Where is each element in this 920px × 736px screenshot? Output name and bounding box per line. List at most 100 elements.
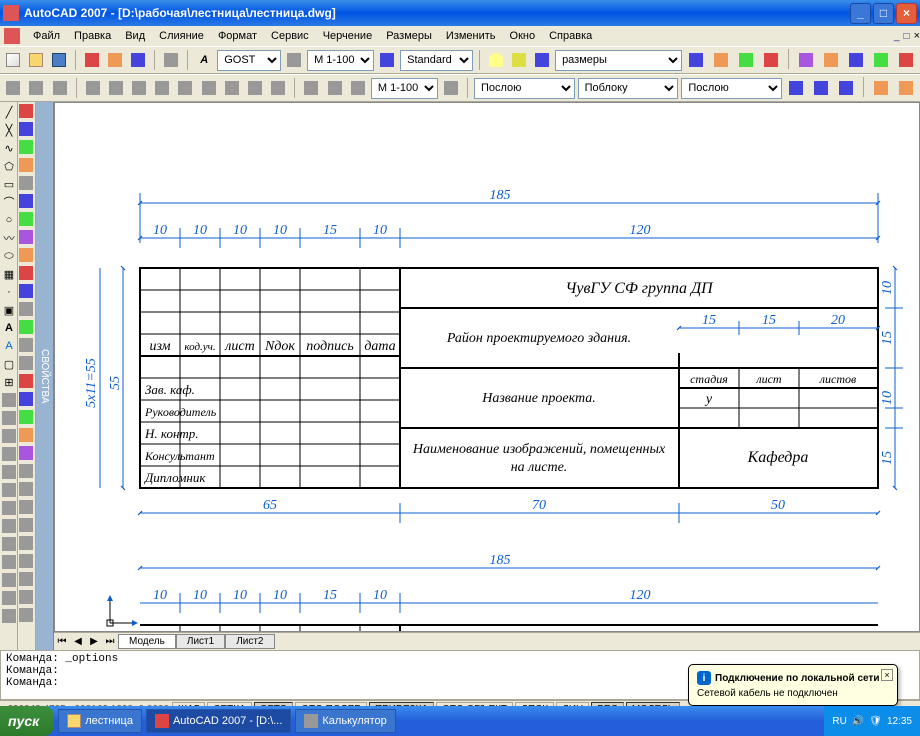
- tb-r7[interactable]: [845, 49, 867, 71]
- linetype-select[interactable]: Поблоку: [578, 78, 679, 99]
- ellipse-tool[interactable]: ⬭: [1, 248, 17, 264]
- erase-tool[interactable]: [19, 104, 35, 120]
- explode-tool[interactable]: [19, 374, 35, 390]
- join-tool[interactable]: [19, 320, 35, 336]
- text-tool-a[interactable]: A: [1, 320, 17, 336]
- tb-r2[interactable]: [710, 49, 732, 71]
- tab-last[interactable]: ⏭: [102, 634, 118, 650]
- layer-off-icon[interactable]: [486, 49, 506, 71]
- extend-tool[interactable]: [19, 284, 35, 300]
- tb2-r1[interactable]: [785, 77, 807, 99]
- rect-tool[interactable]: ▭: [1, 176, 17, 192]
- tb2-9[interactable]: [268, 77, 288, 99]
- mt6[interactable]: [19, 482, 35, 498]
- tray-icon-1[interactable]: 🔊: [852, 716, 864, 727]
- text-style-select[interactable]: GOST: [217, 50, 281, 71]
- hatch-tool[interactable]: ▦: [1, 266, 17, 282]
- dt11[interactable]: [1, 572, 17, 588]
- task-item-3[interactable]: Калькулятор: [295, 709, 395, 733]
- cut-button[interactable]: [82, 49, 102, 71]
- task-item-1[interactable]: лестница: [58, 709, 142, 733]
- tray-icon-2[interactable]: 🛡: [869, 716, 882, 727]
- maximize-button[interactable]: □: [873, 3, 894, 24]
- clock[interactable]: 12:35: [887, 716, 912, 727]
- point-tool[interactable]: ·: [1, 284, 17, 300]
- pline-tool[interactable]: ∿: [1, 140, 17, 156]
- tb-r1[interactable]: [685, 49, 707, 71]
- mirror-tool[interactable]: [19, 140, 35, 156]
- mt13[interactable]: [19, 608, 35, 624]
- move-tool[interactable]: [19, 194, 35, 210]
- mdi-restore-icon[interactable]: □: [904, 31, 910, 42]
- offset-tool[interactable]: [19, 158, 35, 174]
- menu-merge[interactable]: Слияние: [152, 28, 211, 44]
- scale-select[interactable]: M 1-100: [307, 50, 374, 71]
- mt4[interactable]: [19, 446, 35, 462]
- font-icon[interactable]: A: [194, 49, 214, 71]
- zoom-prev-button[interactable]: [26, 77, 46, 99]
- scale-tool[interactable]: [19, 230, 35, 246]
- tb-r6[interactable]: [820, 49, 842, 71]
- minimize-button[interactable]: _: [850, 3, 871, 24]
- mt9[interactable]: [19, 536, 35, 552]
- tb2-12[interactable]: [348, 77, 368, 99]
- dt12[interactable]: [1, 590, 17, 606]
- mt7[interactable]: [19, 500, 35, 516]
- block-tool[interactable]: ▣: [1, 302, 17, 318]
- xline-tool[interactable]: ╳: [1, 122, 17, 138]
- dt10[interactable]: [1, 554, 17, 570]
- mt5[interactable]: [19, 464, 35, 480]
- paste-button[interactable]: [128, 49, 148, 71]
- region-tool[interactable]: ▢: [1, 356, 17, 372]
- dt1[interactable]: [1, 392, 17, 408]
- mdi-minimize-icon[interactable]: _: [894, 31, 900, 42]
- menu-edit[interactable]: Правка: [67, 28, 118, 44]
- dt13[interactable]: [1, 608, 17, 624]
- dt7[interactable]: [1, 500, 17, 516]
- tb-r9[interactable]: [895, 49, 917, 71]
- layer-freeze-icon[interactable]: [509, 49, 529, 71]
- task-item-2[interactable]: AutoCAD 2007 - [D:\...: [146, 709, 291, 733]
- chamfer-tool[interactable]: [19, 338, 35, 354]
- menu-modify[interactable]: Изменить: [439, 28, 503, 44]
- mt1[interactable]: [19, 392, 35, 408]
- tb-r4[interactable]: [760, 49, 782, 71]
- tb2-11[interactable]: [324, 77, 344, 99]
- tb2-7[interactable]: [222, 77, 242, 99]
- table-tool[interactable]: ⊞: [1, 374, 17, 390]
- dim-style-icon[interactable]: [377, 49, 397, 71]
- menu-tools[interactable]: Сервис: [264, 28, 316, 44]
- drawing-canvas[interactable]: 185 10 10 10 10 15 10 120: [54, 102, 920, 632]
- menu-format[interactable]: Формат: [211, 28, 264, 44]
- lineweight-select[interactable]: Послою: [681, 78, 782, 99]
- line-tool[interactable]: ╱: [1, 104, 17, 120]
- dt5[interactable]: [1, 464, 17, 480]
- arc-tool[interactable]: ⌒: [1, 194, 17, 210]
- close-button[interactable]: ×: [896, 3, 917, 24]
- trim-tool[interactable]: [19, 266, 35, 282]
- tb2-6[interactable]: [199, 77, 219, 99]
- tab-layout2[interactable]: Лист2: [225, 634, 274, 649]
- dim-style-select[interactable]: Standard: [400, 50, 473, 71]
- menu-window[interactable]: Окно: [503, 28, 543, 44]
- mt11[interactable]: [19, 572, 35, 588]
- dt6[interactable]: [1, 482, 17, 498]
- copy-tool[interactable]: [19, 122, 35, 138]
- mt8[interactable]: [19, 518, 35, 534]
- dt2[interactable]: [1, 410, 17, 426]
- menu-view[interactable]: Вид: [118, 28, 152, 44]
- spline-tool[interactable]: 〰: [1, 230, 17, 246]
- notify-close-button[interactable]: ×: [881, 669, 893, 681]
- mt2[interactable]: [19, 410, 35, 426]
- text-tool-b[interactable]: A: [1, 338, 17, 354]
- dt9[interactable]: [1, 536, 17, 552]
- tab-next[interactable]: ▶: [86, 634, 102, 650]
- stretch-tool[interactable]: [19, 248, 35, 264]
- start-button[interactable]: пуск: [0, 706, 54, 736]
- fillet-tool[interactable]: [19, 356, 35, 372]
- array-tool[interactable]: [19, 176, 35, 192]
- tb2-5[interactable]: [175, 77, 195, 99]
- scale-icon[interactable]: [284, 49, 304, 71]
- tab-layout1[interactable]: Лист1: [176, 634, 225, 649]
- calc-button[interactable]: [161, 49, 181, 71]
